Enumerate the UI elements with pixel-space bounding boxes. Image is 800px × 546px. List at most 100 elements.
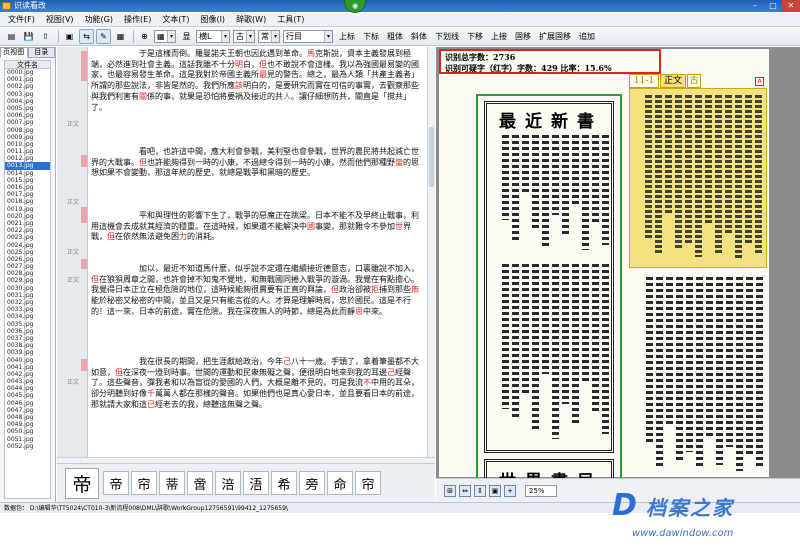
file-list[interactable]: 0000.jpg 0001.jpg 0002.jpg 0003.jpg 0004.jpg… (4, 69, 51, 499)
fixed-move-button[interactable]: 固移 (512, 29, 534, 44)
text-body[interactable]: 于是這樣而倒。羅曼諾夫王朝也因此遇到革命。馬克斯說，資本主義發展到極端，必然進到… (91, 49, 421, 454)
file-list-item[interactable]: 0000.jpg (5, 69, 50, 76)
candidate-char[interactable]: 命 (327, 471, 353, 495)
file-list-item[interactable]: 0052.jpg (5, 443, 50, 450)
file-list-item[interactable]: 0042.jpg (5, 371, 50, 378)
menu-function[interactable]: 功能(G) (83, 13, 122, 26)
text-editor[interactable]: 正文 正文 正文 正文 正文 于是這樣而倒。羅曼諾夫王朝也因此遇到革命。馬克斯說… (57, 47, 427, 457)
candidate-char[interactable]: 希 (271, 471, 297, 495)
candidate-char[interactable]: 涪 (215, 471, 241, 495)
file-list-item[interactable]: 0002.jpg (5, 83, 50, 90)
file-list-item[interactable]: 0016.jpg (5, 184, 50, 191)
italic-button[interactable]: 斜体 (408, 29, 430, 44)
row-select[interactable]: 行目 ▾ (283, 30, 333, 43)
file-list-item[interactable]: 0017.jpg (5, 191, 50, 198)
file-list-item[interactable]: 0021.jpg (5, 220, 50, 227)
file-list-item[interactable]: 0045.jpg (5, 392, 50, 399)
file-list-item[interactable]: 0024.jpg (5, 242, 50, 249)
file-list-item[interactable]: 0001.jpg (5, 76, 50, 83)
fit-page-icon[interactable]: ⊞ (444, 484, 456, 497)
fit-height-icon[interactable]: ⇕ (474, 484, 486, 497)
file-list-item[interactable]: 0007.jpg (5, 119, 50, 126)
page-view-icon[interactable]: ▣ (62, 29, 77, 44)
file-list-item[interactable]: 0033.jpg (5, 306, 50, 313)
show-button[interactable]: 显 (179, 29, 194, 44)
char-dropdown[interactable]: ▦ ▾ (154, 30, 176, 43)
file-list-item[interactable]: 0044.jpg (5, 385, 50, 392)
file-list-item[interactable]: 0039.jpg (5, 349, 50, 356)
append-button[interactable]: 追加 (576, 29, 598, 44)
file-list-header[interactable]: 文件名 (4, 60, 51, 69)
new-file-icon[interactable]: ▤ (4, 29, 19, 44)
export-icon[interactable]: ⇧ (38, 29, 53, 44)
file-list-item[interactable]: 0034.jpg (5, 313, 50, 320)
extended-fixed-move-button[interactable]: 扩展固移 (536, 29, 574, 44)
file-list-item[interactable]: 0038.jpg (5, 342, 50, 349)
file-list-item[interactable]: 0019.jpg (5, 206, 50, 213)
text-paragraph[interactable]: 平和與理性的影響下生了，戰爭的惡魔正在跳梁。日本不能不及早終止戰事，利用這機會去… (91, 211, 421, 243)
move-down-button[interactable]: 下移 (464, 29, 486, 44)
close-button[interactable]: ✕ (782, 0, 800, 12)
file-list-item[interactable]: 0037.jpg (5, 335, 50, 342)
fit-width-icon[interactable]: ⇔ (459, 484, 471, 497)
file-list-item[interactable]: 0048.jpg (5, 414, 50, 421)
menu-edit[interactable]: 操作(E) (122, 13, 160, 26)
file-list-item[interactable]: 0043.jpg (5, 378, 50, 385)
file-list-item[interactable]: 0028.jpg (5, 270, 50, 277)
file-list-item[interactable]: 0022.jpg (5, 227, 50, 234)
candidate-char[interactable]: 帘 (131, 471, 157, 495)
candidate-char[interactable]: 啻 (187, 471, 213, 495)
file-list-item[interactable]: 0005.jpg (5, 105, 50, 112)
tab-page-view[interactable]: 页视图 (0, 47, 28, 58)
file-list-item[interactable]: 0026.jpg (5, 256, 50, 263)
superscript-button[interactable]: 上标 (336, 29, 358, 44)
menu-text[interactable]: 文本(T) (160, 13, 198, 26)
file-list-item[interactable]: 0036.jpg (5, 328, 50, 335)
file-list-item[interactable]: 0041.jpg (5, 364, 50, 371)
style-select[interactable]: 古 ▾ (233, 30, 255, 43)
file-list-item[interactable]: 0010.jpg (5, 141, 50, 148)
file-list-item[interactable]: 0032.jpg (5, 299, 50, 306)
candidate-char[interactable]: 帘 (355, 471, 381, 495)
file-list-item[interactable]: 0003.jpg (5, 91, 50, 98)
text-vertical-scrollbar[interactable] (427, 47, 435, 457)
menu-image[interactable]: 图像(I) (198, 13, 234, 26)
maximize-button[interactable]: □ (764, 0, 782, 12)
text-paragraph[interactable]: 我在很長的期間，把生涯獻給政治，今年己八十一歲。手頭了，拿着筆墨都不大如意，但在… (91, 357, 421, 411)
file-list-item[interactable]: 0051.jpg (5, 436, 50, 443)
file-list-item[interactable]: 0029.jpg (5, 277, 50, 284)
menu-tools[interactable]: 工具(T) (275, 13, 313, 26)
scan-image-panel[interactable]: 识别总字数：2736 识别可疑字（红字）字数：429 比率：15.6% 11-1… (436, 47, 800, 478)
file-list-item[interactable]: 0027.jpg (5, 263, 50, 270)
subscript-button[interactable]: 下标 (360, 29, 382, 44)
font-select[interactable]: 横L ▾ (196, 30, 230, 43)
recognize-icon[interactable]: ⇆ (79, 29, 94, 44)
file-list-item[interactable]: 0006.jpg (5, 112, 50, 119)
file-list-item[interactable]: 0040.jpg (5, 357, 50, 364)
file-list-item[interactable]: 0035.jpg (5, 321, 50, 328)
candidate-char[interactable]: 蒂 (159, 471, 185, 495)
file-list-item[interactable]: 0004.jpg (5, 98, 50, 105)
kind-select[interactable]: 常 ▾ (258, 30, 280, 43)
actual-size-icon[interactable]: ▣ (489, 484, 501, 497)
tab-catalog[interactable]: 目录 (27, 47, 55, 58)
menu-dictionary[interactable]: 辞歌(W) (234, 13, 275, 26)
proofread-icon[interactable]: ✎ (96, 29, 111, 44)
zoom-icon[interactable]: ⊕ (137, 29, 152, 44)
file-list-item[interactable]: 0013.jpg (5, 162, 50, 170)
bold-button[interactable]: 粗体 (384, 29, 406, 44)
file-list-item[interactable]: 0018.jpg (5, 198, 50, 205)
file-list-item[interactable]: 0011.jpg (5, 148, 50, 155)
file-list-item[interactable]: 0050.jpg (5, 428, 50, 435)
candidate-char[interactable]: 旁 (299, 471, 325, 495)
file-list-item[interactable]: 0015.jpg (5, 177, 50, 184)
save-icon[interactable]: 💾 (21, 29, 36, 44)
file-list-item[interactable]: 0031.jpg (5, 292, 50, 299)
file-list-item[interactable]: 0014.jpg (5, 170, 50, 177)
file-list-item[interactable]: 0008.jpg (5, 127, 50, 134)
file-list-item[interactable]: 0030.jpg (5, 285, 50, 292)
file-list-item[interactable]: 0047.jpg (5, 407, 50, 414)
zoom-in-icon[interactable]: + (504, 484, 516, 497)
file-list-item[interactable]: 0046.jpg (5, 400, 50, 407)
file-list-item[interactable]: 0025.jpg (5, 249, 50, 256)
